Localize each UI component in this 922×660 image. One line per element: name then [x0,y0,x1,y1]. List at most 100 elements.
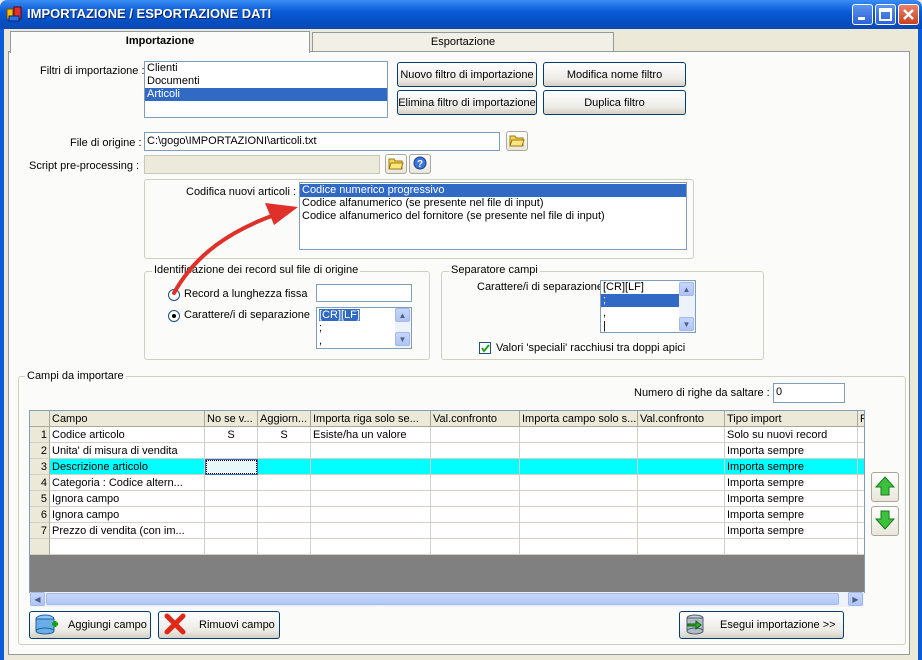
table-cell[interactable] [311,539,431,555]
record-separator-scrollbar[interactable]: ▲ ▼ [395,308,411,348]
scroll-down-icon[interactable]: ▼ [395,332,410,346]
table-cell[interactable] [431,459,520,475]
table-cell[interactable] [258,475,311,491]
table-cell[interactable] [258,507,311,523]
table-cell[interactable]: Codice articolo [50,427,205,443]
table-cell[interactable] [205,539,258,555]
table-cell[interactable] [520,475,638,491]
fields-table[interactable]: Campo No se v... Aggiorn... Importa riga so… [29,410,865,593]
script-help-button[interactable]: ? [409,154,431,174]
table-cell[interactable] [638,491,725,507]
table-cell[interactable] [431,507,520,523]
table-cell[interactable] [311,507,431,523]
table-cell[interactable]: Importa sempre [725,491,858,507]
table-cell[interactable] [205,459,258,475]
tab-esportazione[interactable]: Esportazione [312,32,614,52]
quotes-checkbox[interactable] [479,342,491,354]
coding-list[interactable]: Codice numerico progressivo Codice alfan… [299,182,687,250]
table-cell[interactable]: Categoria : Codice altern... [50,475,205,491]
table-cell[interactable] [858,427,864,443]
table-cell[interactable]: Importa sempre [725,459,858,475]
move-down-button[interactable] [871,506,899,536]
table-cell[interactable] [638,443,725,459]
coding-item[interactable]: Codice alfanumerico del fornitore (se pr… [300,210,686,223]
record-separator-list[interactable]: [CR][LF] ; , ▲ ▼ [316,307,412,349]
row-number[interactable]: 2 [30,443,50,459]
scroll-thumb[interactable] [46,593,839,605]
table-cell[interactable] [205,475,258,491]
table-cell[interactable] [431,539,520,555]
scroll-right-icon[interactable]: ▶ [848,592,863,606]
table-cell[interactable]: Importa sempre [725,443,858,459]
table-cell[interactable] [311,443,431,459]
coding-item-selected[interactable]: Codice numerico progressivo [300,184,686,197]
table-cell[interactable] [431,491,520,507]
table-cell[interactable] [858,443,864,459]
table-cell[interactable] [858,523,864,539]
table-cell[interactable]: Esiste/ha un valore [311,427,431,443]
table-cell[interactable] [311,491,431,507]
row-number[interactable]: 5 [30,491,50,507]
coding-item[interactable]: Codice alfanumerico (se presente nel fil… [300,197,686,210]
table-cell[interactable] [311,459,431,475]
close-button[interactable] [898,4,919,25]
table-cell[interactable] [638,523,725,539]
table-cell[interactable] [258,443,311,459]
script-folder-button[interactable] [385,154,407,174]
move-up-button[interactable] [871,472,899,502]
column-header[interactable]: Importa riga solo se... [311,411,431,427]
filters-list[interactable]: Clienti Documenti Articoli [144,61,388,118]
column-header[interactable]: Importa campo solo s... [520,411,638,427]
table-cell[interactable]: Ignora campo [50,507,205,523]
table-cell[interactable] [858,475,864,491]
table-cell[interactable] [520,523,638,539]
table-cell[interactable]: Ignora campo [50,491,205,507]
minimize-button[interactable] [852,4,873,25]
rename-filter-button[interactable]: Modifica nome filtro [543,62,686,87]
table-cell[interactable] [431,523,520,539]
table-cell[interactable]: Solo su nuovi record [725,427,858,443]
table-cell[interactable] [638,539,725,555]
scroll-up-icon[interactable]: ▲ [395,308,410,322]
table-cell[interactable]: S [205,427,258,443]
row-number[interactable]: 3 [30,459,50,475]
table-cell[interactable] [311,523,431,539]
table-cell[interactable]: S [258,427,311,443]
table-cell[interactable] [858,507,864,523]
table-cell[interactable] [858,491,864,507]
table-cell[interactable] [431,443,520,459]
column-header[interactable]: Campo [50,411,205,427]
run-import-button[interactable]: Esegui importazione >> [679,611,844,639]
row-number[interactable]: 4 [30,475,50,491]
table-cell[interactable] [50,539,205,555]
table-cell[interactable] [520,539,638,555]
column-header[interactable]: Aggiorn... [258,411,311,427]
row-number[interactable]: 6 [30,507,50,523]
field-separator-scrollbar[interactable]: ▲ ▼ [679,281,695,332]
row-number[interactable] [30,539,50,555]
table-cell[interactable] [431,475,520,491]
maximize-button[interactable] [875,4,896,25]
tab-importazione[interactable]: Importazione [10,31,310,53]
record-separator-selected[interactable]: [CR][LF] [319,309,360,321]
duplicate-filter-button[interactable]: Duplica filtro [543,90,686,115]
table-cell[interactable] [258,459,311,475]
table-cell[interactable] [205,507,258,523]
table-cell[interactable] [638,459,725,475]
filter-item-selected[interactable]: Articoli [145,88,387,101]
table-cell[interactable] [638,427,725,443]
skip-rows-input[interactable]: 0 [773,383,845,403]
table-cell[interactable] [205,491,258,507]
scroll-left-icon[interactable]: ◀ [30,592,45,606]
table-cell[interactable] [205,443,258,459]
table-cell[interactable] [520,459,638,475]
table-cell[interactable] [638,507,725,523]
new-filter-button[interactable]: Nuovo filtro di importazione [397,62,537,87]
browse-folder-button[interactable] [506,131,528,151]
remove-field-button[interactable]: Rimuovi campo [158,611,280,639]
table-cell[interactable]: Importa sempre [725,523,858,539]
table-cell[interactable]: Importa sempre [725,507,858,523]
row-number[interactable]: 7 [30,523,50,539]
filter-item[interactable]: Documenti [145,75,387,88]
column-header[interactable]: Val.confronto [431,411,520,427]
